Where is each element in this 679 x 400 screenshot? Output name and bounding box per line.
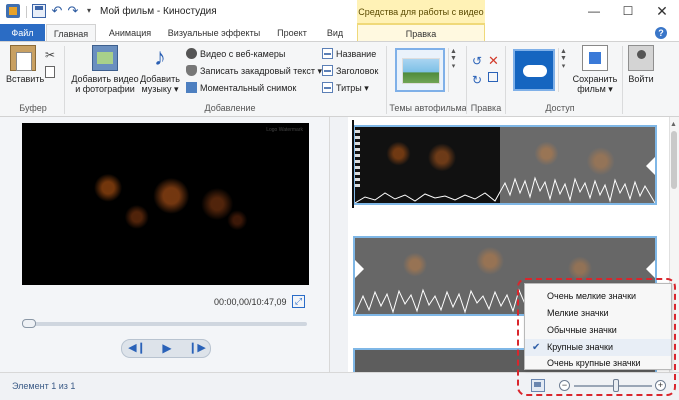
- add-music-button[interactable]: ♪ Добавить музыку ▾: [140, 44, 180, 95]
- video-preview[interactable]: Logo Watermark: [22, 123, 309, 285]
- clip-continuation-marker: [646, 260, 655, 278]
- close-button[interactable]: ✕: [645, 0, 679, 24]
- music-note-icon: ♪: [154, 44, 166, 71]
- tab-home[interactable]: Главная: [46, 24, 96, 42]
- paste-label: Вставить: [6, 74, 45, 84]
- rotate-left-icon[interactable]: ↺: [472, 54, 484, 68]
- element-count: Элемент 1 из 1: [12, 381, 76, 391]
- credits-label: Титры ▾: [336, 83, 369, 93]
- snapshot-button[interactable]: Моментальный снимок: [186, 81, 296, 95]
- maximize-button[interactable]: ☐: [611, 0, 645, 24]
- window-title: Мой фильм - Киностудия: [100, 6, 217, 17]
- title-button[interactable]: Название: [322, 47, 376, 61]
- time-readout: 00:00,00/10:47,09: [214, 297, 287, 307]
- scroll-up-icon[interactable]: ▲: [670, 121, 677, 128]
- annotation-highlight-frame: [517, 278, 676, 396]
- credits-icon: [322, 82, 333, 93]
- save-movie-label-line2: фильм ▾: [577, 84, 613, 94]
- moviemaker-app-icon[interactable]: [6, 4, 20, 18]
- rotate-right-icon[interactable]: ↻: [472, 73, 484, 87]
- cut-icon[interactable]: ✂: [45, 48, 55, 62]
- tab-view[interactable]: Вид: [318, 24, 352, 42]
- signin-icon: [628, 45, 654, 71]
- play-button[interactable]: ▶: [152, 340, 182, 357]
- select-all-icon[interactable]: [488, 72, 498, 82]
- tab-file[interactable]: Файл: [0, 24, 45, 42]
- caption-button[interactable]: Заголовок: [322, 64, 378, 78]
- clip-continuation-marker: [355, 260, 364, 278]
- clipboard-group-label: Буфер: [19, 103, 47, 113]
- storyboard-clip[interactable]: [353, 125, 657, 205]
- group-separator: [622, 46, 623, 114]
- quick-access-separator: [26, 6, 27, 18]
- paste-icon: [10, 45, 36, 71]
- video-watermark: Logo Watermark: [266, 127, 303, 133]
- playhead[interactable]: [352, 120, 354, 208]
- tab-visual-effects[interactable]: Визуальные эффекты: [162, 24, 266, 42]
- title-icon: [322, 48, 333, 59]
- title-bar: ↶ ↷ ▾ Мой фильм - Киностудия Средства дл…: [0, 0, 679, 24]
- paste-button[interactable]: Вставить: [6, 45, 44, 84]
- group-separator: [505, 46, 506, 114]
- storyboard-scroll-thumb[interactable]: [671, 131, 677, 189]
- ribbon-tabs: Файл Главная Анимация Визуальные эффекты…: [0, 24, 679, 42]
- theme-gallery-scroll[interactable]: ▲ ▼ ▾: [448, 48, 458, 92]
- webcam-video-button[interactable]: Видео с веб-камеры: [186, 47, 285, 61]
- delete-icon[interactable]: ✕: [488, 53, 500, 68]
- tab-animation[interactable]: Анимация: [100, 24, 160, 42]
- add-group-label: Добавление: [204, 103, 256, 113]
- tab-project[interactable]: Проект: [270, 24, 314, 42]
- customize-quick-access-icon[interactable]: ▾: [82, 4, 96, 18]
- record-narration-button[interactable]: Записать закадровый текст ▾: [186, 64, 322, 78]
- snapshot-icon: [186, 82, 197, 93]
- save-movie-icon: [582, 45, 608, 71]
- playback-controls: ◀❙ ▶ ❙▶: [121, 339, 211, 358]
- share-group-label: Доступ: [545, 103, 575, 113]
- add-music-label-line1: Добавить: [140, 74, 180, 84]
- add-video-icon: [92, 45, 118, 71]
- caption-icon: [322, 65, 333, 76]
- fullscreen-icon[interactable]: ⤢: [292, 295, 305, 308]
- copy-icon[interactable]: [45, 66, 55, 78]
- help-icon[interactable]: ?: [655, 27, 667, 39]
- next-frame-button[interactable]: ❙▶: [182, 340, 212, 357]
- group-separator: [64, 46, 65, 114]
- onedrive-share-tile[interactable]: [513, 49, 555, 91]
- preview-pane: Logo Watermark 00:00,00/10:47,09 ⤢ ◀❙ ▶ …: [0, 117, 330, 372]
- tab-edit[interactable]: Правка: [357, 24, 485, 42]
- redo-icon[interactable]: ↷: [66, 4, 80, 18]
- minimize-button[interactable]: —: [577, 0, 611, 24]
- title-label: Название: [336, 49, 377, 59]
- snapshot-label: Моментальный снимок: [200, 83, 297, 93]
- video-tools-header: Средства для работы с видео: [357, 0, 485, 24]
- add-video-label-line1: Добавить видео: [71, 74, 139, 84]
- microphone-icon: [186, 65, 197, 76]
- filmstrip-edge: [355, 130, 360, 190]
- audio-waveform: [355, 176, 655, 203]
- save-icon[interactable]: [32, 4, 46, 18]
- webcam-icon: [186, 48, 197, 59]
- seek-bar[interactable]: [24, 322, 307, 326]
- add-video-label-line2: и фотографии: [75, 84, 135, 94]
- previous-frame-button[interactable]: ◀❙: [122, 340, 152, 357]
- themes-group-label: Темы автофильма: [389, 103, 467, 113]
- narration-label: Записать закадровый текст ▾: [200, 66, 322, 76]
- clip-continuation-marker: [646, 157, 655, 175]
- signin-button[interactable]: Войти: [625, 45, 657, 84]
- autofilm-theme-thumbnail[interactable]: [395, 48, 445, 92]
- ribbon: Вставить ✂ Буфер Добавить видео и фотогр…: [0, 41, 679, 117]
- undo-icon[interactable]: ↶: [50, 4, 64, 18]
- seek-thumb[interactable]: [22, 319, 36, 328]
- save-movie-label-line1: Сохранить: [572, 74, 618, 84]
- save-movie-button[interactable]: Сохранить фильм ▾: [570, 45, 620, 94]
- add-video-photos-button[interactable]: Добавить видео и фотографии: [70, 45, 140, 94]
- webcam-label: Видео с веб-камеры: [200, 49, 286, 59]
- add-music-label-line2: музыку ▾: [141, 84, 179, 94]
- caption-label: Заголовок: [336, 66, 379, 76]
- credits-button[interactable]: Титры ▾: [322, 81, 369, 95]
- share-gallery-scroll[interactable]: ▲ ▼ ▾: [558, 48, 568, 92]
- editing-group-label: Правка: [470, 103, 502, 113]
- signin-label: Войти: [628, 74, 654, 84]
- group-separator: [386, 46, 387, 114]
